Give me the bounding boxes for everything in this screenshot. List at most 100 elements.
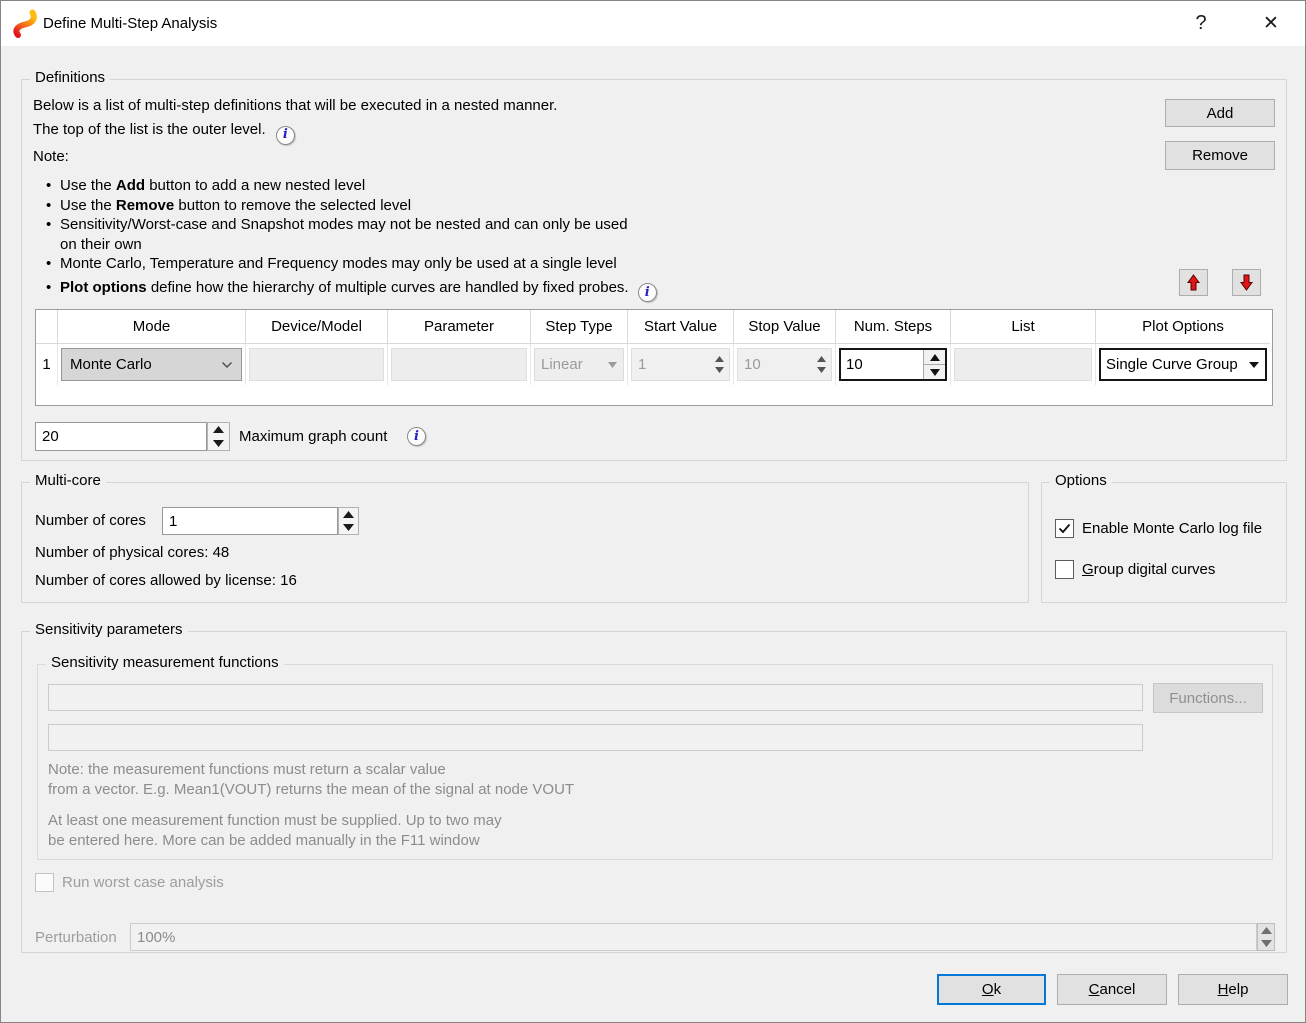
dialog-window: Define Multi-Step Analysis ? ✕ Definitio… — [0, 0, 1306, 1023]
spin-down-icon — [817, 367, 826, 373]
col-header-plot-options: Plot Options — [1096, 310, 1270, 344]
mode-combobox[interactable]: Monte Carlo — [61, 348, 242, 381]
col-header-num-steps: Num. Steps — [836, 310, 951, 344]
spin-down-button — [1258, 937, 1274, 950]
intro-line-1: Below is a list of multi-step definition… — [33, 94, 557, 118]
plot-options-combobox[interactable]: Single Curve Group — [1099, 348, 1267, 381]
license-cores-text: Number of cores allowed by license: 16 — [35, 572, 297, 589]
perturbation-input[interactable] — [130, 923, 1257, 951]
ok-button[interactable]: Ok — [937, 974, 1046, 1005]
table-row-cell-plot-options: Single Curve Group — [1096, 344, 1270, 385]
help-button[interactable]: Help — [1178, 974, 1288, 1005]
table-row-cell-start-value: 1 — [628, 344, 734, 385]
max-graph-count-label: Maximum graph count — [239, 428, 387, 445]
spin-down-icon — [213, 440, 224, 447]
dropdown-arrow-icon — [1249, 362, 1259, 368]
spin-up-icon — [715, 356, 724, 362]
spin-down-button[interactable] — [208, 437, 229, 451]
info-icon[interactable]: i — [407, 427, 426, 446]
spin-up-icon — [1261, 927, 1272, 934]
run-worst-case-checkbox[interactable] — [35, 873, 54, 892]
spin-up-icon — [213, 426, 224, 433]
table-row-cell-step-type: Linear — [531, 344, 628, 385]
run-worst-case-label: Run worst case analysis — [62, 874, 224, 891]
spin-up-icon — [343, 511, 354, 518]
corner-header — [36, 310, 58, 344]
num-steps-spinbox[interactable]: 10 — [839, 348, 947, 381]
measurement-note-1: Note: the measurement functions must ret… — [48, 760, 574, 799]
bullet-sensitivity: Sensitivity/Worst-case and Snapshot mode… — [46, 215, 746, 254]
title-bar: Define Multi-Step Analysis ? ✕ — [1, 1, 1305, 46]
col-header-list: List — [951, 310, 1096, 344]
red-down-arrow-icon — [1240, 274, 1253, 291]
add-button[interactable]: Add — [1165, 99, 1275, 127]
spin-up-icon — [930, 354, 940, 361]
options-group-title: Options — [1050, 472, 1112, 489]
max-graph-count-spinner[interactable] — [207, 422, 230, 451]
parameter-field — [391, 348, 527, 381]
dropdown-arrow-icon — [608, 362, 617, 368]
remove-button[interactable]: Remove — [1165, 141, 1275, 170]
number-of-cores-spinner[interactable] — [338, 507, 359, 535]
number-of-cores-label: Number of cores — [35, 512, 146, 529]
table-row-cell-list — [951, 344, 1096, 385]
step-type-combobox: Linear — [534, 348, 624, 381]
col-header-step-type: Step Type — [531, 310, 628, 344]
spin-up-button[interactable] — [208, 423, 229, 437]
definitions-group-title: Definitions — [30, 69, 110, 86]
options-group: Options Enable Monte Carlo log file Grou… — [1041, 482, 1287, 603]
window-title: Define Multi-Step Analysis — [43, 1, 217, 46]
multi-core-group: Multi-core Number of cores Number of phy… — [21, 482, 1029, 603]
spin-down-icon — [1261, 940, 1272, 947]
table-row-cell-mode: Monte Carlo — [58, 344, 246, 385]
col-header-mode: Mode — [58, 310, 246, 344]
info-icon[interactable]: i — [276, 126, 295, 145]
definitions-bullet-list: Use the Add button to add a new nested l… — [46, 176, 746, 302]
chevron-down-icon — [221, 361, 233, 369]
col-header-stop-value: Stop Value — [734, 310, 836, 344]
note-label: Note: — [33, 148, 69, 165]
spin-up-button — [1258, 924, 1274, 937]
move-up-button[interactable] — [1179, 269, 1208, 296]
info-icon[interactable]: i — [638, 283, 657, 302]
measurement-function-input-2[interactable] — [48, 724, 1143, 751]
row-number: 1 — [36, 344, 58, 385]
sensitivity-group-title: Sensitivity parameters — [30, 621, 188, 638]
spin-up-button[interactable] — [924, 350, 945, 365]
spin-down-button[interactable] — [924, 365, 945, 379]
spin-down-button[interactable] — [339, 521, 358, 534]
list-field — [954, 348, 1092, 381]
col-header-parameter: Parameter — [388, 310, 531, 344]
stop-value-spinbox: 10 — [737, 348, 832, 381]
measurement-function-input-1[interactable] — [48, 684, 1143, 711]
perturbation-spinner — [1257, 923, 1275, 951]
perturbation-label: Perturbation — [35, 929, 117, 946]
bullet-plot-options: Plot options define how the hierarchy of… — [46, 278, 746, 302]
enable-mc-log-checkbox[interactable] — [1055, 519, 1074, 538]
definitions-group: Definitions Below is a list of multi-ste… — [21, 79, 1287, 461]
app-logo-icon — [13, 9, 39, 38]
checkmark-icon — [1058, 523, 1071, 534]
close-icon[interactable]: ✕ — [1249, 1, 1293, 46]
group-digital-curves-checkbox[interactable] — [1055, 560, 1074, 579]
spin-down-icon — [930, 369, 940, 376]
max-graph-count-input[interactable] — [35, 422, 207, 451]
bullet-monte-carlo: Monte Carlo, Temperature and Frequency m… — [46, 254, 746, 274]
cancel-button[interactable]: Cancel — [1057, 974, 1167, 1005]
spin-up-button[interactable] — [339, 508, 358, 521]
col-header-device-model: Device/Model — [246, 310, 388, 344]
measurement-note-2: At least one measurement function must b… — [48, 811, 502, 850]
multi-step-table: Mode Device/Model Parameter Step Type St… — [35, 309, 1273, 406]
sensitivity-parameters-group: Sensitivity parameters Sensitivity measu… — [21, 631, 1287, 953]
spin-down-icon — [343, 524, 354, 531]
move-down-button[interactable] — [1232, 269, 1261, 296]
help-window-button[interactable]: ? — [1179, 1, 1223, 46]
table-row-cell-device-model — [246, 344, 388, 385]
functions-button[interactable]: Functions... — [1153, 683, 1263, 713]
table-row-cell-parameter — [388, 344, 531, 385]
spin-up-icon — [817, 356, 826, 362]
spin-down-icon — [715, 367, 724, 373]
physical-cores-text: Number of physical cores: 48 — [35, 544, 229, 561]
bullet-remove: Use the Remove button to remove the sele… — [46, 196, 746, 216]
number-of-cores-input[interactable] — [162, 507, 338, 535]
